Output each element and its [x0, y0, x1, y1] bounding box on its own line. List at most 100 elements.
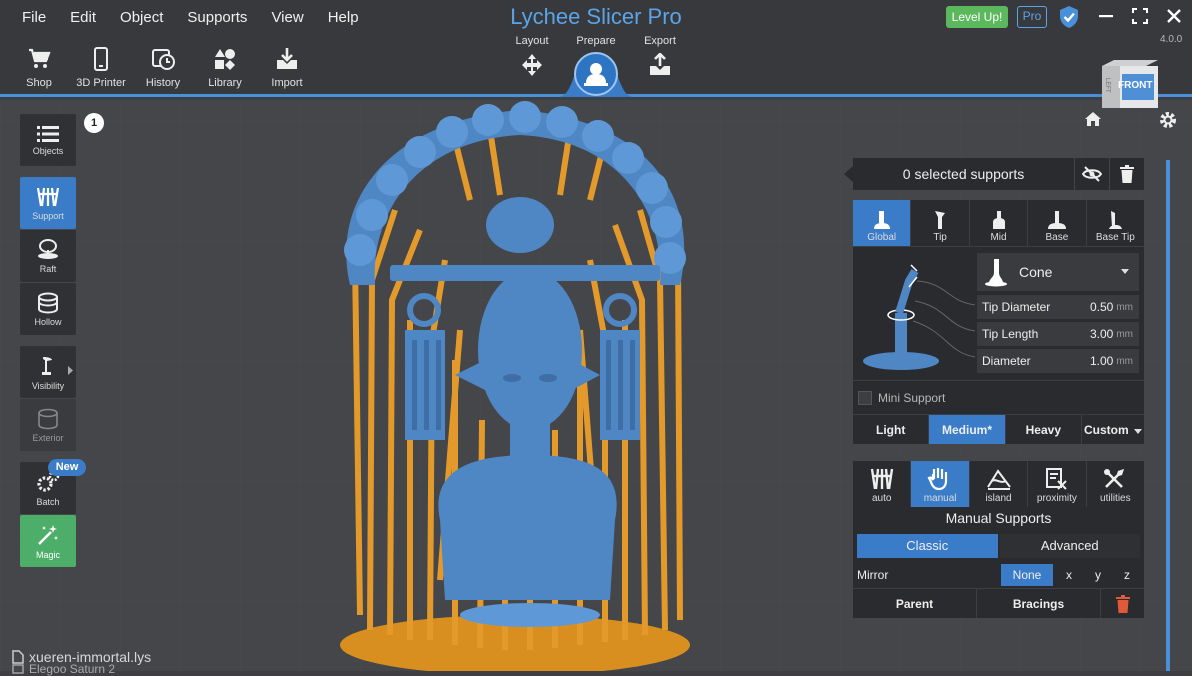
layout-label: Layout [515, 35, 549, 47]
tip-length-label: Tip Length [982, 327, 1039, 341]
mini-support-row: Mini Support [853, 380, 1144, 414]
density-medium[interactable]: Medium* [929, 415, 1006, 444]
menu-file[interactable]: File [10, 9, 58, 26]
eye-off-icon [1082, 166, 1102, 182]
tip-length-unit: mm [1116, 328, 1133, 340]
shop-button[interactable]: Shop [8, 47, 70, 93]
home-view-icon[interactable] [1084, 110, 1102, 133]
import-icon [277, 48, 297, 69]
tab-manual[interactable]: manual [911, 461, 970, 507]
panel-scrollbar[interactable] [1166, 160, 1170, 671]
3d-printer-button[interactable]: 3D Printer [70, 47, 132, 93]
delete-button[interactable] [1101, 589, 1144, 618]
classic-button[interactable]: Classic [857, 534, 998, 558]
support-style-toggle: Classic Advanced [853, 531, 1144, 561]
menu-help[interactable]: Help [316, 9, 371, 26]
mirror-z[interactable]: z [1114, 564, 1140, 586]
objects-count-badge: 1 [84, 113, 104, 133]
magic-button[interactable]: Magic [20, 515, 76, 567]
tab-auto[interactable]: auto [853, 461, 912, 507]
settings-gear-icon[interactable] [1158, 110, 1178, 135]
support-shape-select[interactable]: Cone [977, 253, 1139, 291]
support-button[interactable]: Support [20, 177, 76, 229]
mirror-none[interactable]: None [1001, 563, 1053, 586]
density-heavy[interactable]: Heavy [1006, 415, 1082, 444]
island-icon [986, 469, 1011, 490]
tab-mid[interactable]: Mid [970, 200, 1029, 246]
mirror-y[interactable]: y [1085, 564, 1111, 586]
mirror-x[interactable]: x [1056, 564, 1082, 586]
maximize-icon[interactable] [1130, 6, 1150, 26]
tab-utilities[interactable]: utilities [1087, 461, 1144, 507]
tab-base[interactable]: Base [1028, 200, 1087, 246]
density-presets: Light Medium* Heavy Custom [853, 414, 1144, 444]
tab-base-tip[interactable]: Base Tip [1087, 200, 1144, 246]
menu-edit[interactable]: Edit [58, 9, 108, 26]
close-icon[interactable] [1164, 6, 1184, 26]
advanced-button[interactable]: Advanced [999, 534, 1140, 558]
exterior-label: Exterior [32, 432, 64, 443]
chevron-right-icon [68, 366, 73, 375]
objects-button[interactable]: Objects 1 [20, 113, 104, 166]
printer-name: Elegoo Saturn 2 [12, 662, 115, 676]
minimize-icon[interactable] [1096, 6, 1116, 26]
selected-supports-count: 0 selected supports [902, 166, 1025, 182]
visibility-button[interactable]: Visibility [20, 346, 76, 398]
import-button[interactable]: Import [256, 47, 318, 93]
pro-badge[interactable]: Pro [1017, 6, 1047, 28]
base-tip-support-icon [1109, 211, 1123, 229]
support-settings-panel: 0 selected supports Global Tip Mid Base … [853, 158, 1144, 618]
tip-diameter-field[interactable]: Tip Diameter 0.50 mm [977, 295, 1139, 319]
selection-bar: 0 selected supports [853, 158, 1144, 190]
prepare-active-indicator [574, 52, 618, 96]
shield-check-icon[interactable] [1058, 5, 1080, 29]
diameter-field[interactable]: Diameter 1.00 mm [977, 349, 1139, 373]
density-custom[interactable]: Custom [1082, 415, 1144, 444]
library-button[interactable]: Library [194, 47, 256, 93]
export-icon [650, 52, 670, 75]
hollow-button[interactable]: Hollow [20, 283, 76, 335]
density-light[interactable]: Light [853, 415, 930, 444]
manual-hand-icon [927, 468, 948, 491]
tab-island[interactable]: island [970, 461, 1029, 507]
hide-supports-button[interactable] [1074, 158, 1109, 190]
tip-support-icon [935, 211, 946, 229]
visibility-label: Visibility [31, 380, 65, 391]
mini-support-checkbox[interactable] [858, 390, 872, 405]
exterior-button[interactable]: Exterior [20, 399, 76, 451]
parent-button[interactable]: Parent [853, 589, 977, 618]
menu-object[interactable]: Object [108, 9, 175, 26]
printer-icon [12, 664, 24, 674]
mode-prepare[interactable]: Prepare [564, 35, 628, 47]
menu-supports[interactable]: Supports [175, 9, 259, 26]
delete-supports-button[interactable] [1109, 158, 1144, 190]
tab-proximity[interactable]: proximity [1028, 461, 1087, 507]
mode-export[interactable]: Export [628, 35, 692, 82]
tip-diameter-value: 0.50 [1089, 300, 1114, 314]
level-up-button[interactable]: Level Up! [946, 6, 1008, 28]
raft-button[interactable]: Raft [20, 230, 76, 282]
menu-view[interactable]: View [259, 9, 315, 26]
library-label: Library [208, 77, 242, 89]
new-badge: New [48, 459, 86, 476]
view-cube[interactable]: FRONT LEFT [1100, 58, 1160, 110]
chevron-down-icon [1133, 429, 1142, 434]
global-support-icon [873, 211, 890, 229]
tip-length-field[interactable]: Tip Length 3.00 mm [977, 322, 1139, 346]
mode-layout[interactable]: Layout [500, 35, 564, 82]
support-part-tabs: Global Tip Mid Base Base Tip [853, 200, 1144, 246]
support-label: Support [32, 210, 64, 221]
main-toolbar: Shop 3D Printer History Library Import [8, 47, 318, 93]
history-icon [152, 49, 175, 70]
bracings-button[interactable]: Bracings [977, 589, 1101, 618]
view-cube-front: FRONT [1118, 80, 1153, 91]
mid-support-icon [992, 211, 1005, 229]
tab-tip-label: Tip [933, 232, 947, 243]
tab-global[interactable]: Global [853, 200, 912, 246]
version-label: 4.0.0 [1160, 34, 1183, 45]
menu-bar: File Edit Object Supports View Help [10, 9, 371, 26]
tab-tip[interactable]: Tip [911, 200, 970, 246]
hollow-label: Hollow [34, 316, 62, 327]
left-sidebar: Objects 1 Support Raft Hollow Visibility… [20, 113, 104, 568]
history-button[interactable]: History [132, 47, 194, 93]
